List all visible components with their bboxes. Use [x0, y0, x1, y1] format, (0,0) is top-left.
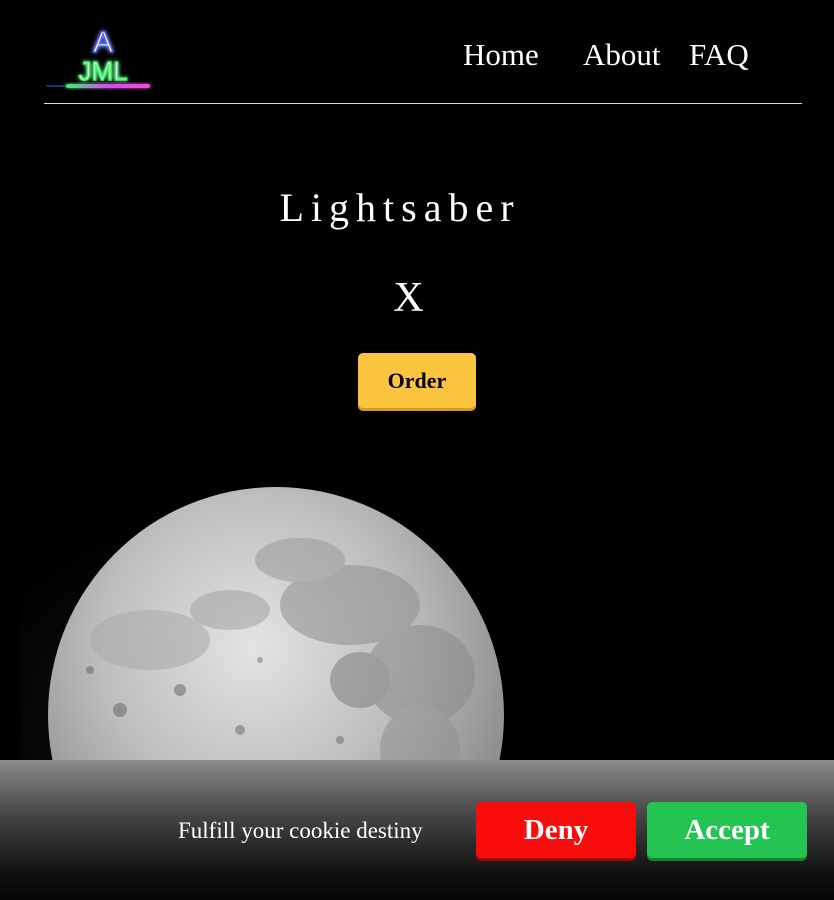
logo-bar	[66, 84, 150, 88]
site-logo[interactable]: A JML	[46, 22, 156, 102]
cookie-banner: Fulfill your cookie destiny Deny Accept	[0, 760, 834, 900]
logo-graphic: A JML	[46, 25, 150, 88]
header-divider	[44, 103, 802, 104]
page: A JML Home About FAQ Lightsaber X Order	[0, 0, 834, 900]
nav-about-link[interactable]: About	[583, 36, 661, 74]
logo-letters-jml: JML	[78, 56, 127, 86]
hero-title: Lightsaber	[279, 185, 521, 230]
logo-letter-a: A	[93, 26, 113, 59]
cookie-message: Fulfill your cookie destiny	[178, 818, 423, 843]
nav-faq-link[interactable]: FAQ	[689, 36, 749, 74]
order-button[interactable]: Order	[358, 353, 476, 408]
nav-home-link[interactable]: Home	[463, 36, 539, 74]
accept-button[interactable]: Accept	[647, 802, 807, 858]
hero-subtitle: X	[393, 275, 424, 321]
deny-button[interactable]: Deny	[476, 802, 636, 858]
